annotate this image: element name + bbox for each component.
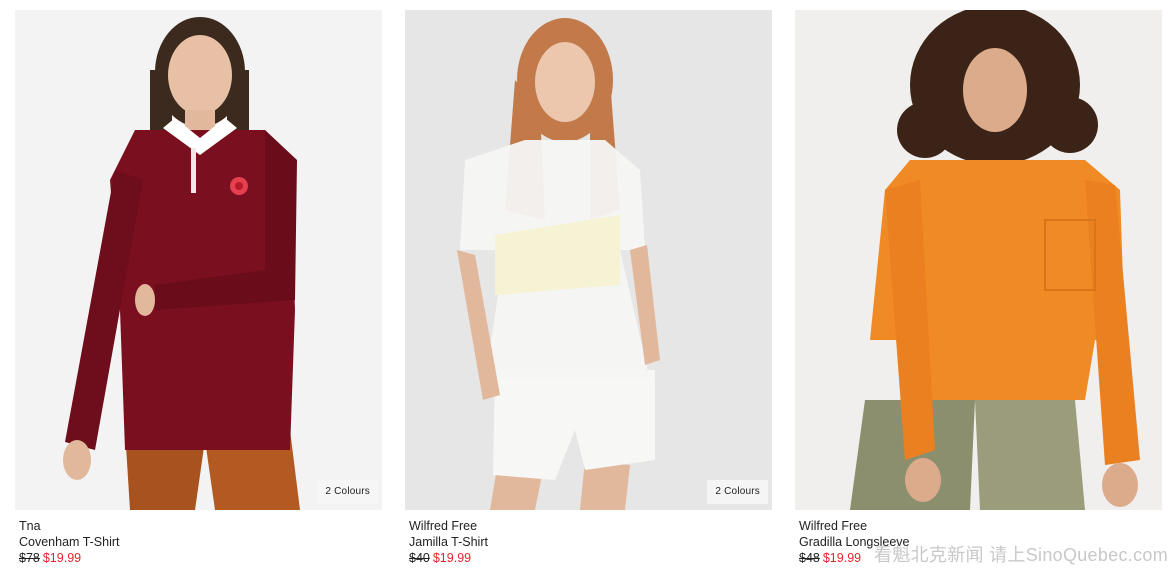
product-info: Wilfred Free Jamilla T-Shirt $40 $19.99 (409, 518, 488, 566)
site-watermark: 看魁北克新闻 请上SinoQuebec.com (874, 545, 1168, 565)
product-info: Tna Covenham T-Shirt $78 $19.99 (19, 518, 120, 566)
original-price: $48 (799, 551, 820, 565)
original-price: $40 (409, 551, 430, 565)
product-photo-orange-longsleeve (795, 10, 1162, 510)
product-photo-maroon-rugby (15, 10, 382, 510)
price-row: $78 $19.99 (19, 550, 120, 566)
product-card[interactable]: 2 Colours Tna Covenham T-Shirt $78 $19.99 (15, 10, 382, 566)
product-grid: 2 Colours Tna Covenham T-Shirt $78 $19.99 (0, 0, 1172, 570)
product-name[interactable]: Covenham T-Shirt (19, 534, 120, 550)
product-brand[interactable]: Tna (19, 518, 120, 534)
sale-price: $19.99 (432, 551, 472, 565)
original-price: $78 (19, 551, 40, 565)
product-name[interactable]: Jamilla T-Shirt (409, 534, 488, 550)
product-photo-white-tee (405, 10, 772, 510)
product-card[interactable]: 2 Colours Wilfred Free Jamilla T-Shirt $… (405, 10, 772, 566)
colours-badge[interactable]: 2 Colours (707, 480, 768, 504)
product-brand[interactable]: Wilfred Free (799, 518, 910, 534)
product-image[interactable] (795, 10, 1162, 510)
sale-price: $19.99 (822, 551, 862, 565)
product-card[interactable]: Wilfred Free Gradilla Longsleeve $48 $19.… (795, 10, 1162, 566)
sale-price: $19.99 (42, 551, 82, 565)
product-image[interactable]: 2 Colours (15, 10, 382, 510)
price-row: $40 $19.99 (409, 550, 488, 566)
colours-badge[interactable]: 2 Colours (317, 480, 378, 504)
product-image[interactable]: 2 Colours (405, 10, 772, 510)
product-brand[interactable]: Wilfred Free (409, 518, 488, 534)
